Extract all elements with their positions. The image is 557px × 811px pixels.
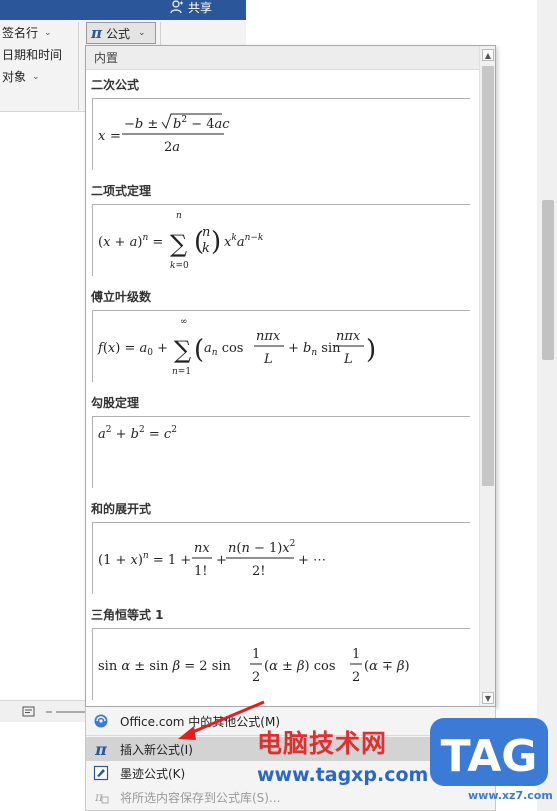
svg-text:1!: 1!: [194, 564, 208, 579]
document-scrollbar[interactable]: [537, 0, 557, 811]
entry-title: 二次公式: [91, 78, 140, 92]
entry-title: 和的展开式: [91, 502, 152, 516]
svg-text:n=1: n=1: [172, 367, 191, 377]
svg-text:an cos: an cos: [204, 341, 243, 358]
chevron-down-icon: ⌄: [32, 72, 40, 82]
svg-text:2!: 2!: [252, 564, 266, 579]
entry-title: 傅立叶级数: [91, 290, 152, 304]
svg-text:(1 + x)n = 1 +: (1 + x)n = 1 +: [98, 551, 191, 568]
gallery-header: 内置: [86, 46, 479, 70]
svg-text:xkan−k: xkan−k: [224, 233, 263, 250]
svg-text:L: L: [343, 352, 353, 367]
menu-item-label: 墨迹公式(K): [120, 766, 186, 781]
object-button[interactable]: 对象 ⌄: [0, 66, 80, 88]
save-icon: π: [92, 788, 110, 806]
gallery-item-expansion[interactable]: 和的展开式 (1 + x)n = 1 + nx 1! + n(n − 1)x2 …: [86, 500, 479, 604]
watermark-small-url: www.xz7.com: [468, 789, 553, 802]
zoom-slider-icon[interactable]: [46, 707, 86, 717]
ribbon-divider: [78, 22, 79, 110]
svg-text:sin α ± sin β = 2 sin: sin α ± sin β = 2 sin: [98, 659, 232, 674]
svg-text:k: k: [202, 241, 210, 256]
svg-text:nπx: nπx: [336, 329, 361, 344]
svg-text:n(n − 1)x2: n(n − 1)x2: [228, 539, 295, 556]
equation-gallery: 内置 ▲ ▼ 二次公式 x = −b ± b2 − 4ac 2a 二项式定理 (…: [85, 45, 496, 707]
watermark-tag-logo: TAG: [430, 718, 548, 786]
binomial-equation: (x + a)n = n ∑ k=0 ( n k ) xkan−k: [98, 211, 263, 271]
svg-text:(α ± β) cos: (α ± β) cos: [264, 659, 336, 674]
scroll-up-icon[interactable]: ▲: [482, 49, 494, 61]
svg-text:(x + a)n =: (x + a)n =: [98, 233, 163, 250]
svg-text:a2 + b2 = c2: a2 + b2 = c2: [98, 425, 177, 442]
object-label: 对象: [2, 70, 27, 84]
svg-text:+ bn sin: + bn sin: [288, 341, 341, 358]
svg-text:1: 1: [352, 647, 360, 662]
svg-text:): ): [211, 227, 221, 257]
pi-icon: π: [95, 739, 107, 759]
svg-text:+: +: [216, 553, 227, 568]
layout-icon[interactable]: [22, 706, 36, 718]
svg-text:−b ±: −b ±: [124, 117, 158, 132]
svg-text:n: n: [176, 211, 182, 221]
svg-text:∑: ∑: [174, 336, 191, 364]
pi-icon: π: [91, 24, 102, 42]
watermark-logo-text: TAG: [441, 731, 538, 782]
expansion-equation: (1 + x)n = 1 + nx 1! + n(n − 1)x2 2! + ⋯: [98, 539, 326, 579]
svg-text:∑: ∑: [170, 230, 187, 258]
entry-title: 勾股定理: [91, 396, 140, 410]
chevron-down-icon: ⌄: [138, 28, 146, 38]
gallery-item-trig-identity[interactable]: 三角恒等式 1 sin α ± sin β = 2 sin 1 2 (α ± β…: [86, 606, 479, 706]
svg-text:k=0: k=0: [170, 261, 189, 271]
entry-title: 二项式定理: [91, 184, 152, 198]
title-bar: 共享: [0, 0, 246, 20]
office-icon: [92, 712, 110, 730]
share-label: 共享: [188, 0, 213, 15]
svg-text:x: x: [98, 129, 106, 144]
status-bar: [0, 700, 95, 722]
svg-text:+ ⋯: + ⋯: [298, 553, 326, 568]
gallery-item-pythagorean[interactable]: 勾股定理 a2 + b2 = c2: [86, 394, 479, 498]
fourier-equation: f(x) = a0 + ∞ ∑ n=1 ( an cos nπx L + bn …: [97, 317, 376, 377]
svg-text:(α ∓ β): (α ∓ β): [364, 659, 410, 674]
ribbon-insert-group: 签名行 ⌄ 日期和时间 对象 ⌄: [0, 22, 80, 88]
trig-equation: sin α ± sin β = 2 sin 1 2 (α ± β) cos 1 …: [98, 647, 410, 685]
formula-label: 公式: [105, 26, 130, 41]
svg-text:): ): [366, 335, 376, 365]
svg-text:1: 1: [252, 647, 260, 662]
watermark-site-name: 电脑技术网: [257, 729, 388, 758]
gallery-item-quadratic[interactable]: 二次公式 x = −b ± b2 − 4ac 2a: [86, 76, 479, 180]
signature-line-button[interactable]: 签名行 ⌄: [0, 22, 80, 44]
document-scrollbar-thumb[interactable]: [542, 200, 554, 360]
quadratic-equation: x = −b ± b2 − 4ac 2a: [98, 113, 230, 155]
svg-text:b2 − 4ac: b2 − 4ac: [173, 115, 230, 132]
svg-text:2a: 2a: [164, 140, 180, 155]
signature-line-label: 签名行: [2, 26, 39, 40]
gallery-scrollbar[interactable]: ▲ ▼: [479, 46, 495, 706]
svg-text:2: 2: [352, 670, 360, 685]
red-arrow-annotation: [178, 700, 265, 740]
formula-button[interactable]: π 公式 ⌄: [86, 22, 156, 44]
ink-icon: [92, 764, 110, 782]
svg-text:n: n: [202, 225, 210, 240]
svg-text:2: 2: [252, 670, 260, 685]
date-time-button[interactable]: 日期和时间: [0, 44, 80, 66]
watermark-url: www.tagxp.com: [257, 764, 429, 786]
svg-text:nx: nx: [194, 541, 210, 556]
svg-text:L: L: [263, 352, 273, 367]
svg-text:=: =: [110, 129, 121, 144]
gallery-item-fourier[interactable]: 傅立叶级数 f(x) = a0 + ∞ ∑ n=1 ( an cos nπx L…: [86, 288, 479, 392]
share-button[interactable]: 共享: [170, 0, 246, 15]
scroll-down-icon[interactable]: ▼: [482, 692, 494, 704]
entry-title: 三角恒等式 1: [91, 608, 164, 622]
svg-text:(: (: [194, 335, 204, 365]
date-time-label: 日期和时间: [2, 48, 63, 62]
svg-text:f(x) = a0 +: f(x) = a0 +: [97, 341, 168, 358]
pythagorean-equation: a2 + b2 = c2: [98, 425, 177, 442]
chevron-down-icon: ⌄: [44, 28, 52, 38]
svg-text:nπx: nπx: [256, 329, 281, 344]
gallery-scrollbar-thumb[interactable]: [482, 66, 494, 486]
menu-item-label: 将所选内容保存到公式库(S)...: [120, 790, 281, 805]
person-share-icon: [170, 0, 183, 14]
gallery-item-binomial[interactable]: 二项式定理 (x + a)n = n ∑ k=0 ( n k ) xkan−k: [86, 182, 479, 286]
svg-text:∞: ∞: [180, 317, 188, 327]
